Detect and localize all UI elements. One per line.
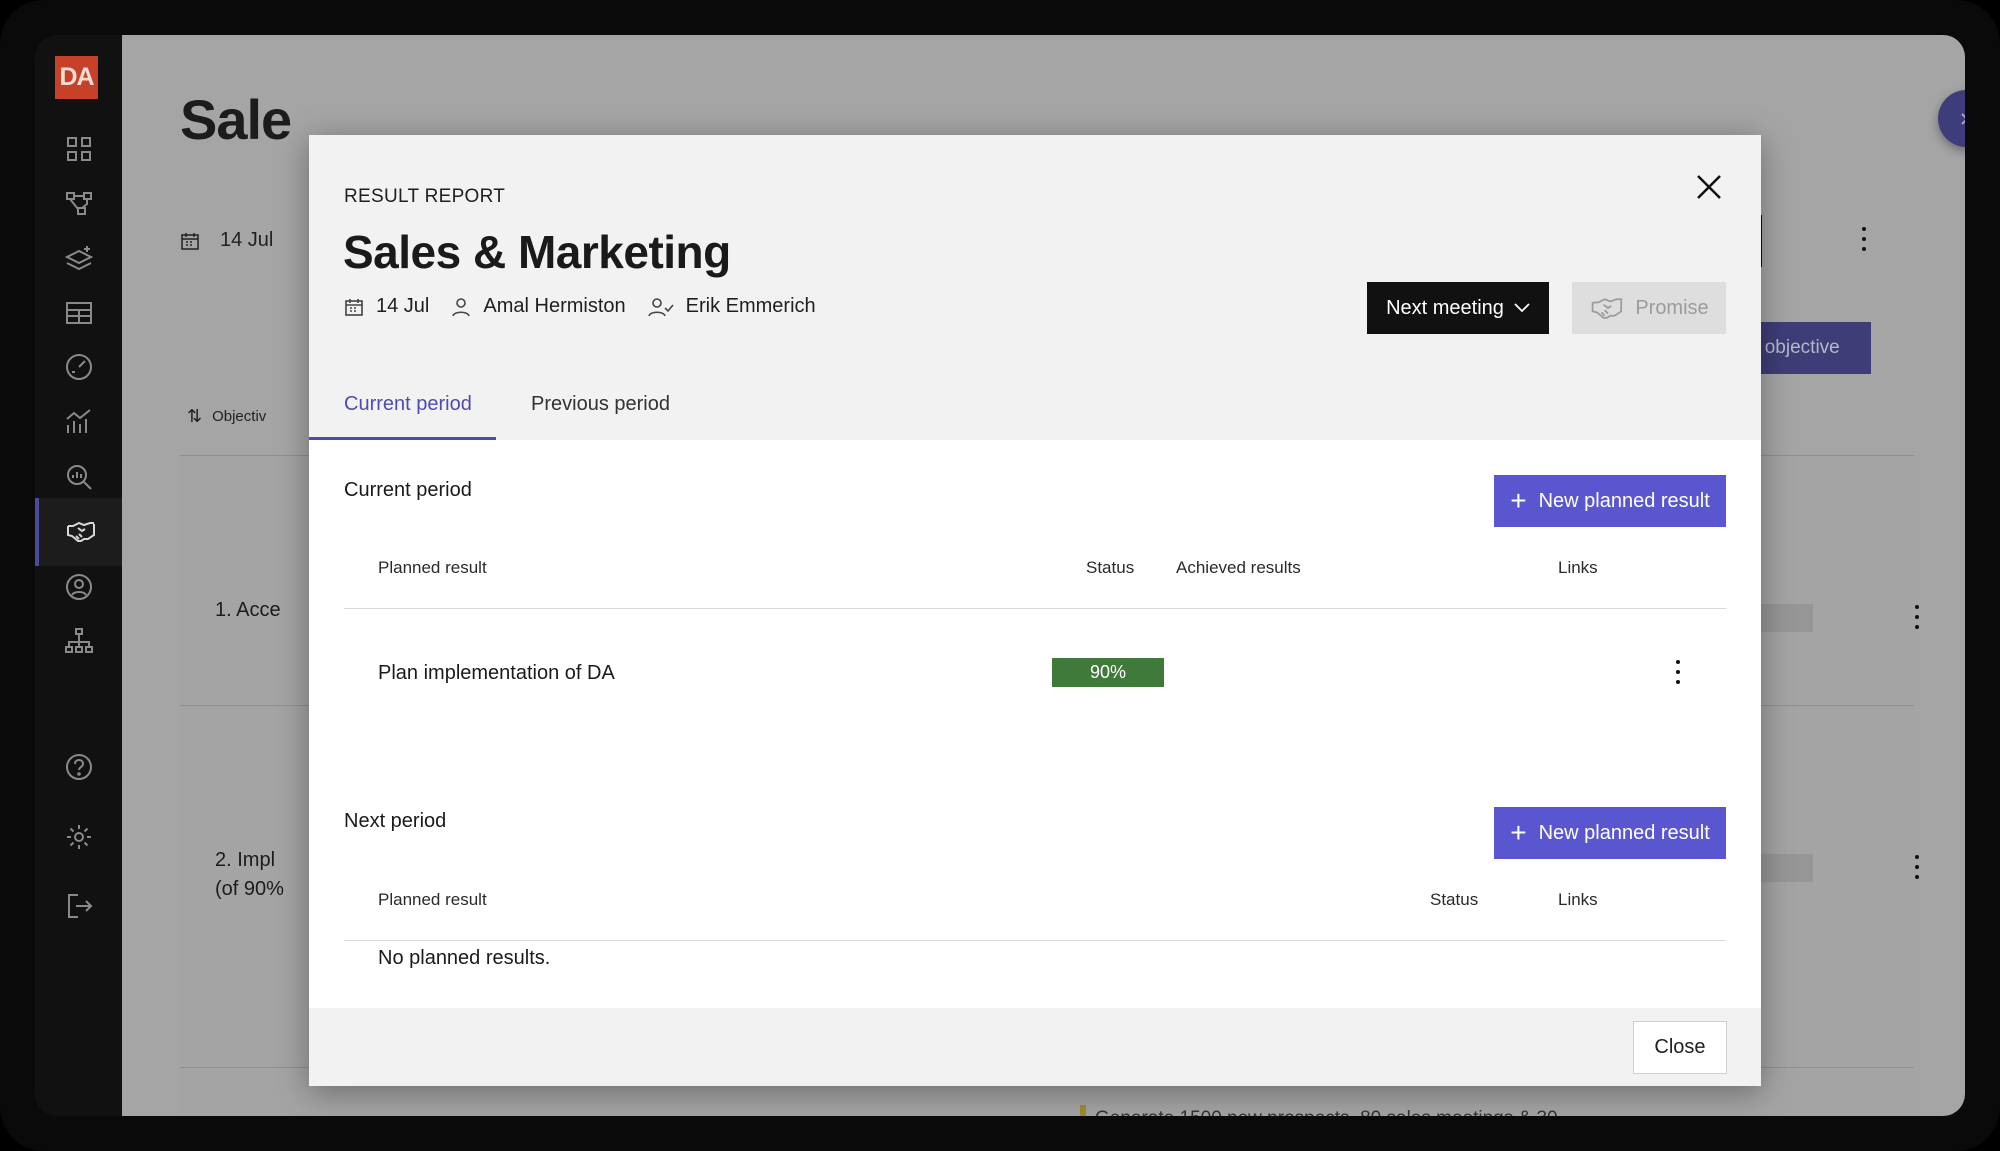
sort-icon: ⇅ [187, 406, 203, 426]
promise-label: Promise [1635, 296, 1709, 319]
status-badge[interactable]: 90% [1052, 658, 1164, 687]
network-icon [65, 192, 92, 215]
meta-assignee: Erik Emmerich [685, 295, 816, 317]
column-header: Links [1558, 558, 1598, 577]
sidebar-item-settings[interactable] [35, 803, 122, 871]
more-options-icon[interactable] [1676, 660, 1680, 684]
column-header: Achieved results [1176, 558, 1301, 577]
page-title: Sale [180, 88, 292, 151]
objective-title: 2. Impl [215, 849, 276, 871]
empty-state-text: No planned results. [378, 947, 551, 969]
calendar-icon [345, 298, 363, 316]
sidebar-item-help[interactable] [35, 733, 122, 801]
result-report-modal: RESULT REPORT Sales & Marketing 14 Jul A… [309, 135, 1761, 1086]
divider [344, 940, 1726, 941]
screen: DA Sale 14 Jul ⇅ Objectiv New objective … [35, 35, 1965, 1116]
sort-control[interactable]: ⇅ Objectiv [187, 406, 266, 427]
gauge-icon [65, 354, 92, 380]
column-header: Links [1558, 890, 1598, 909]
sidebar: DA [35, 35, 122, 1116]
more-options-icon[interactable] [1862, 227, 1866, 251]
plus-icon: + [1510, 485, 1527, 516]
next-period-title: Next period [344, 810, 447, 832]
chart-icon [65, 409, 91, 433]
app-logo[interactable]: DA [55, 56, 98, 99]
next-meeting-button[interactable]: Next meeting [1367, 282, 1549, 334]
planned-result-name[interactable]: Plan implementation of DA [378, 662, 615, 685]
status-marker [1080, 1105, 1086, 1116]
new-planned-result-label: New planned result [1538, 489, 1710, 512]
device-frame: DA Sale 14 Jul ⇅ Objectiv New objective … [0, 0, 2000, 1151]
objective-title: Generate 1500 new prospects, 80 sales me… [1095, 1108, 1558, 1116]
divider [344, 608, 1726, 609]
search-chart-icon [66, 465, 92, 490]
new-planned-result-button[interactable]: + New planned result [1494, 475, 1726, 527]
handshake-icon [1592, 298, 1623, 319]
sidebar-item-logout[interactable] [35, 872, 122, 940]
close-icon [1960, 112, 1965, 125]
column-header: Status [1430, 890, 1479, 909]
sort-label: Objectiv [212, 408, 267, 425]
grid-icon [66, 137, 91, 161]
more-options-icon[interactable] [1915, 855, 1919, 879]
new-planned-result-label: New planned result [1538, 821, 1710, 844]
chevron-down-icon [1514, 303, 1530, 313]
objective-subtitle: (of 90% [215, 878, 284, 900]
tab-active-indicator [309, 437, 496, 440]
page-date-text: 14 Jul [220, 229, 274, 251]
user-check-icon [647, 297, 674, 316]
modal-eyebrow: RESULT REPORT [344, 186, 506, 207]
page-date: 14 Jul [180, 229, 273, 252]
tab-current-period[interactable]: Current period [344, 393, 472, 416]
modal-meta: 14 Jul Amal Hermiston Erik Emmerich [344, 295, 838, 318]
close-fab-button[interactable] [1938, 90, 1965, 147]
meta-date: 14 Jul [376, 295, 430, 317]
column-header: Planned result [378, 558, 487, 577]
gear-icon [66, 825, 91, 849]
plus-icon: + [1510, 817, 1527, 848]
column-header: Status [1086, 558, 1135, 577]
modal-footer [309, 1008, 1761, 1086]
layers-plus-icon [64, 246, 93, 271]
sidebar-item-org[interactable] [35, 607, 122, 675]
user-circle-icon [65, 574, 92, 600]
promise-button[interactable]: Promise [1572, 282, 1726, 334]
new-planned-result-button[interactable]: + New planned result [1494, 807, 1726, 859]
next-meeting-label: Next meeting [1386, 296, 1504, 319]
org-chart-icon [64, 628, 93, 653]
handshake-icon [66, 521, 95, 542]
calendar-icon [181, 232, 199, 250]
current-period-title: Current period [344, 479, 472, 501]
close-button[interactable]: Close [1633, 1021, 1727, 1074]
close-icon[interactable] [1695, 173, 1723, 201]
column-header: Planned result [378, 890, 487, 909]
meta-owner: Amal Hermiston [483, 295, 626, 317]
more-options-icon[interactable] [1915, 605, 1919, 629]
objective-title: 1. Acce [215, 599, 281, 621]
tab-previous-period[interactable]: Previous period [531, 393, 670, 416]
table-icon [65, 302, 92, 324]
user-icon [452, 297, 471, 316]
modal-title: Sales & Marketing [343, 226, 731, 278]
help-icon [65, 754, 92, 780]
logout-icon [67, 894, 92, 918]
